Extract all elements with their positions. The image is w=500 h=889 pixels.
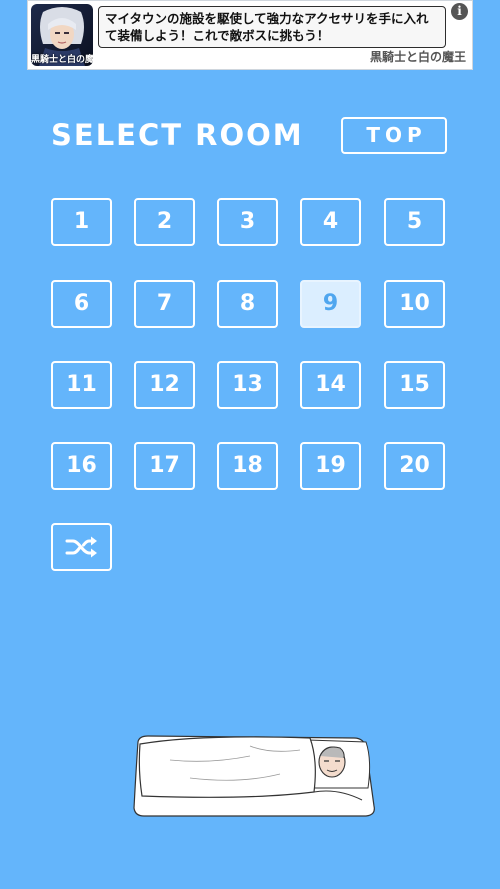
room-button-8[interactable]: 8 <box>217 280 278 328</box>
ad-banner[interactable]: 黒騎士と白の魔王 マイタウンの施設を駆使して強力なアクセサリを手に入れて装備しよ… <box>27 0 473 70</box>
room-button-9[interactable]: 9 <box>300 280 361 328</box>
room-button-18[interactable]: 18 <box>217 442 278 490</box>
room-button-7[interactable]: 7 <box>134 280 195 328</box>
room-button-14[interactable]: 14 <box>300 361 361 409</box>
ad-thumbnail[interactable]: 黒騎士と白の魔王 <box>31 4 93 66</box>
page-title: SELECT ROOM <box>51 118 304 152</box>
ad-headline[interactable]: マイタウンの施設を駆使して強力なアクセサリを手に入れて装備しよう！これで敵ボスに… <box>98 6 446 48</box>
ad-thumbnail-title: 黒騎士と白の魔王 <box>31 55 93 65</box>
room-button-13[interactable]: 13 <box>217 361 278 409</box>
top-button[interactable]: TOP <box>341 117 447 154</box>
room-button-11[interactable]: 11 <box>51 361 112 409</box>
room-button-1[interactable]: 1 <box>51 198 112 246</box>
shuffle-button[interactable] <box>51 523 112 571</box>
room-button-5[interactable]: 5 <box>384 198 445 246</box>
room-button-19[interactable]: 19 <box>300 442 361 490</box>
info-icon[interactable]: i <box>451 3 468 20</box>
room-button-12[interactable]: 12 <box>134 361 195 409</box>
room-button-17[interactable]: 17 <box>134 442 195 490</box>
room-button-10[interactable]: 10 <box>384 280 445 328</box>
room-button-6[interactable]: 6 <box>51 280 112 328</box>
room-button-20[interactable]: 20 <box>384 442 445 490</box>
room-button-2[interactable]: 2 <box>134 198 195 246</box>
room-button-4[interactable]: 4 <box>300 198 361 246</box>
ad-sponsor-name[interactable]: 黒騎士と白の魔王 <box>370 48 466 65</box>
room-button-3[interactable]: 3 <box>217 198 278 246</box>
room-button-15[interactable]: 15 <box>384 361 445 409</box>
shuffle-icon <box>65 536 97 558</box>
sleeping-man-bed-illustration <box>133 735 375 817</box>
room-button-16[interactable]: 16 <box>51 442 112 490</box>
